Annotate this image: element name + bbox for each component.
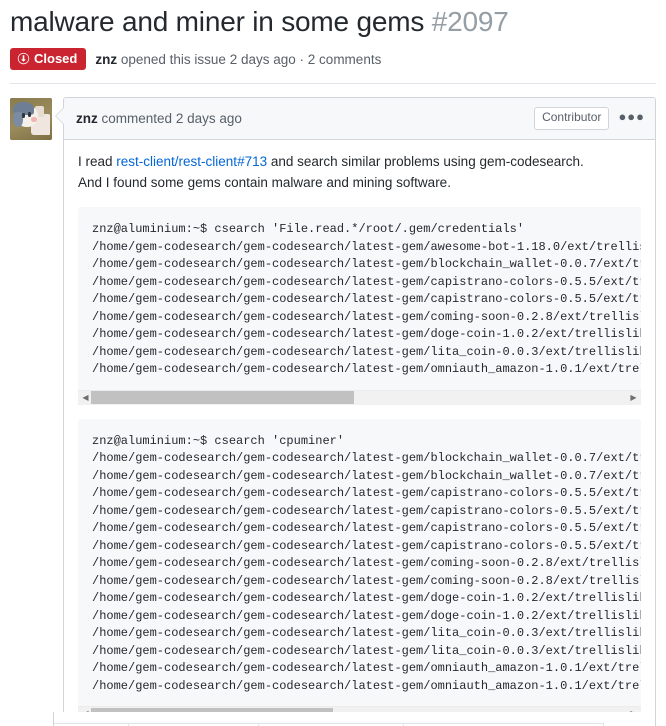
next-comment-partial [53, 712, 656, 726]
status-badge: Closed [10, 48, 87, 70]
author-association-badge[interactable]: Contributor [534, 107, 610, 130]
timeline-comment: znz commented 2 days ago Contributor ●●●… [10, 97, 656, 726]
comment-box: znz commented 2 days ago Contributor ●●●… [63, 97, 656, 726]
comment-text-before-link: I read [78, 153, 117, 169]
comment-text-line2: And I found some gems contain malware an… [78, 174, 451, 190]
issue-header: malware and miner in some gems #2097 Clo… [0, 0, 666, 70]
code-block-1: znz@aluminium:~$ csearch 'File.read.*/ro… [78, 207, 641, 405]
kebab-horizontal-icon[interactable]: ●●● [618, 110, 645, 126]
issue-meta: Closed znz opened this issue 2 days ago … [10, 48, 656, 70]
issue-number: #2097 [431, 6, 509, 37]
scrollbar-thumb[interactable] [91, 391, 355, 405]
issue-reference-link[interactable]: rest-client/rest-client#713 [116, 154, 267, 169]
issue-comment-count: 2 comments [307, 51, 382, 67]
comment-paragraph: I read rest-client/rest-client#713 and s… [78, 152, 641, 194]
issue-meta-action: opened this issue [120, 51, 226, 67]
scroll-left-arrow-icon[interactable]: ◀ [80, 391, 91, 404]
comment-body: I read rest-client/rest-client#713 and s… [64, 140, 655, 726]
comment-timestamp[interactable]: 2 days ago [176, 111, 242, 126]
issue-meta-time: 2 days ago [229, 51, 296, 67]
comment-text-after-link: and search similar problems using gem-co… [267, 153, 584, 169]
code-block-2-content[interactable]: znz@aluminium:~$ csearch 'cpuminer' /hom… [78, 433, 641, 696]
code-block-1-content[interactable]: znz@aluminium:~$ csearch 'File.read.*/ro… [78, 221, 641, 379]
scrollbar-track[interactable] [91, 391, 628, 405]
comment-author[interactable]: znz [76, 111, 98, 126]
page-title: malware and miner in some gems #2097 [10, 4, 656, 39]
status-badge-label: Closed [34, 51, 78, 66]
issue-author[interactable]: znz [95, 52, 117, 67]
issue-title-text: malware and miner in some gems [10, 6, 425, 37]
code-block-2: znz@aluminium:~$ csearch 'cpuminer' /hom… [78, 418, 641, 722]
code-block-1-scrollbar[interactable]: ◀ ▶ [78, 389, 641, 405]
scroll-right-arrow-icon[interactable]: ▶ [628, 391, 639, 404]
issue-timeline: znz commented 2 days ago Contributor ●●●… [0, 84, 666, 726]
issue-closed-icon [17, 52, 34, 65]
avatar[interactable] [10, 98, 52, 140]
comment-action: commented [101, 110, 173, 126]
comment-header: znz commented 2 days ago Contributor ●●● [64, 98, 655, 140]
